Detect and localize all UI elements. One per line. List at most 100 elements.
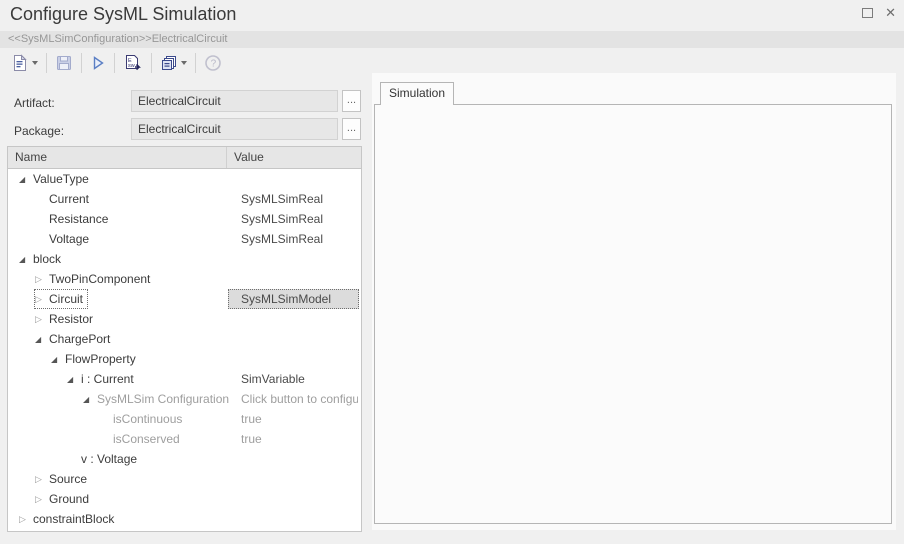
tree-row-name-cell[interactable]: ◢ChargePort	[34, 329, 115, 349]
tree-item-value[interactable]	[228, 269, 359, 289]
tree-item-value[interactable]	[228, 309, 359, 329]
tree-item-value[interactable]: SysMLSimReal	[228, 189, 359, 209]
tree-row-name-cell[interactable]: ▷Circuit	[34, 289, 88, 309]
tree-expanded-icon[interactable]: ◢	[83, 395, 97, 404]
run-icon	[90, 54, 106, 72]
tree-column-value[interactable]: Value	[227, 147, 361, 168]
tree-row[interactable]: Voltage SysMLSimReal	[8, 229, 361, 249]
tree-row[interactable]: ◢SysMLSim ConfigurationClick button to c…	[8, 389, 361, 409]
artifact-field[interactable]: ElectricalCircuit	[131, 90, 338, 112]
tree-item-label: Resistor	[49, 312, 97, 326]
tree-expanded-icon[interactable]: ◢	[67, 375, 81, 384]
tree-row[interactable]: ▷constraintBlock	[8, 509, 361, 529]
tree-row[interactable]: Resistance SysMLSimReal	[8, 209, 361, 229]
window-controls: ✕	[862, 8, 896, 18]
tree-row-name-cell[interactable]: ◢block	[18, 249, 66, 269]
tree-item-value[interactable]: SysMLSimReal	[228, 209, 359, 229]
tree-row-name-cell[interactable]: ▷constraintBlock	[18, 509, 119, 529]
tree-row[interactable]: ◢block	[8, 249, 361, 269]
tree-expanded-icon[interactable]: ◢	[51, 355, 65, 364]
configuration-tree: Name Value ◢ValueTypeCurrent SysMLSimReal…	[7, 146, 362, 532]
tree-collapsed-icon[interactable]: ▷	[35, 474, 49, 485]
tree-row-name-cell[interactable]: isContinuous	[98, 409, 187, 429]
tree-item-label: FlowProperty	[65, 352, 140, 366]
save-button[interactable]	[52, 51, 76, 75]
tree-item-value[interactable]	[228, 509, 359, 529]
tree-item-value[interactable]	[228, 449, 359, 469]
tree-row[interactable]: ◢ValueType	[8, 169, 361, 189]
tree-row-name-cell[interactable]: ◢SysMLSim Configuration	[82, 389, 234, 409]
tree-row[interactable]: isConserved true	[8, 429, 361, 449]
toolbar-separator	[46, 53, 47, 73]
tree-row-name-cell[interactable]: ▷Resistor	[34, 309, 98, 329]
tree-collapsed-icon[interactable]: ▷	[35, 274, 49, 285]
tree-row-name-cell[interactable]: Current	[34, 189, 94, 209]
tree-row-name-cell[interactable]: isConserved	[98, 429, 185, 449]
tree-item-value[interactable]: true	[228, 409, 359, 429]
toolbar-separator	[81, 53, 82, 73]
package-label: Package:	[14, 124, 64, 138]
page-title: Configure SysML Simulation	[10, 4, 236, 25]
tree-expanded-icon[interactable]: ◢	[19, 255, 33, 264]
tree-row-name-cell[interactable]: ▷Source	[34, 469, 92, 489]
tree-row-name-cell[interactable]: Voltage	[34, 229, 94, 249]
tree-rows: ◢ValueTypeCurrent SysMLSimReal Resistance S…	[8, 169, 361, 529]
tree-item-value[interactable]	[228, 349, 359, 369]
tree-row[interactable]: ◢ChargePort	[8, 329, 361, 349]
maximize-icon[interactable]	[862, 8, 873, 18]
tree-row[interactable]: ▷Ground	[8, 489, 361, 509]
save-icon	[55, 54, 73, 72]
tree-expanded-icon[interactable]: ◢	[19, 175, 33, 184]
tree-item-label: Ground	[49, 492, 93, 506]
tree-row[interactable]: ◢FlowProperty	[8, 349, 361, 369]
tree-item-value[interactable]: SimVariable	[228, 369, 359, 389]
tree-item-value[interactable]	[228, 489, 359, 509]
tree-expanded-icon[interactable]: ◢	[35, 335, 49, 344]
tree-row-name-cell[interactable]: v : Voltage	[66, 449, 142, 469]
tree-row-name-cell[interactable]: Resistance	[34, 209, 113, 229]
tree-item-value[interactable]	[228, 469, 359, 489]
tree-item-value[interactable]: SysMLSimModel	[228, 289, 359, 309]
run-simulation-button[interactable]	[87, 51, 109, 75]
tree-collapsed-icon[interactable]: ▷	[19, 514, 33, 525]
tab-simulation[interactable]: Simulation	[380, 82, 454, 105]
help-icon: ?	[204, 54, 222, 72]
tree-row[interactable]: ▷TwoPinComponent	[8, 269, 361, 289]
tree-header: Name Value	[8, 147, 361, 169]
tree-column-name[interactable]: Name	[8, 147, 227, 168]
close-icon[interactable]: ✕	[885, 8, 896, 18]
tree-collapsed-icon[interactable]: ▷	[35, 494, 49, 505]
tree-row[interactable]: Current SysMLSimReal	[8, 189, 361, 209]
tree-collapsed-icon[interactable]: ▷	[35, 294, 49, 305]
tree-row-name-cell[interactable]: ▷TwoPinComponent	[34, 269, 155, 289]
new-document-button[interactable]	[8, 51, 41, 75]
tree-item-label: TwoPinComponent	[49, 272, 154, 286]
package-field[interactable]: ElectricalCircuit	[131, 118, 338, 140]
tree-item-value[interactable]: true	[228, 429, 359, 449]
tree-row-name-cell[interactable]: ◢ValueType	[18, 169, 94, 189]
tree-row[interactable]: ▷Resistor	[8, 309, 361, 329]
help-button[interactable]: ?	[201, 51, 225, 75]
tree-row[interactable]: ▷Circuit SysMLSimModel	[8, 289, 361, 309]
tree-row-name-cell[interactable]: ▷Ground	[34, 489, 94, 509]
new-document-dropdown-icon[interactable]	[32, 61, 38, 65]
tree-row-name-cell[interactable]: ◢FlowProperty	[50, 349, 141, 369]
tree-item-label: block	[33, 252, 65, 266]
tree-collapsed-icon[interactable]: ▷	[35, 314, 49, 325]
generate-code-button[interactable]: E sw	[120, 51, 146, 75]
tree-item-value[interactable]	[228, 329, 359, 349]
tree-row[interactable]: v : Voltage	[8, 449, 361, 469]
tree-item-value[interactable]: SysMLSimReal	[228, 229, 359, 249]
tree-item-value[interactable]	[228, 249, 359, 269]
tree-row-name-cell[interactable]: ◢i : Current	[66, 369, 139, 389]
copy-button[interactable]	[157, 51, 190, 75]
stereotype-text: <<SysMLSimConfiguration>>ElectricalCircu…	[8, 33, 227, 45]
tree-item-value[interactable]: Click button to configure...	[228, 389, 359, 409]
artifact-browse-button[interactable]: ...	[342, 90, 361, 112]
copy-dropdown-icon[interactable]	[181, 61, 187, 65]
tree-row[interactable]: ◢i : Current SimVariable	[8, 369, 361, 389]
package-browse-button[interactable]: ...	[342, 118, 361, 140]
tree-row[interactable]: isContinuous true	[8, 409, 361, 429]
tree-item-value[interactable]	[228, 169, 359, 189]
tree-row[interactable]: ▷Source	[8, 469, 361, 489]
